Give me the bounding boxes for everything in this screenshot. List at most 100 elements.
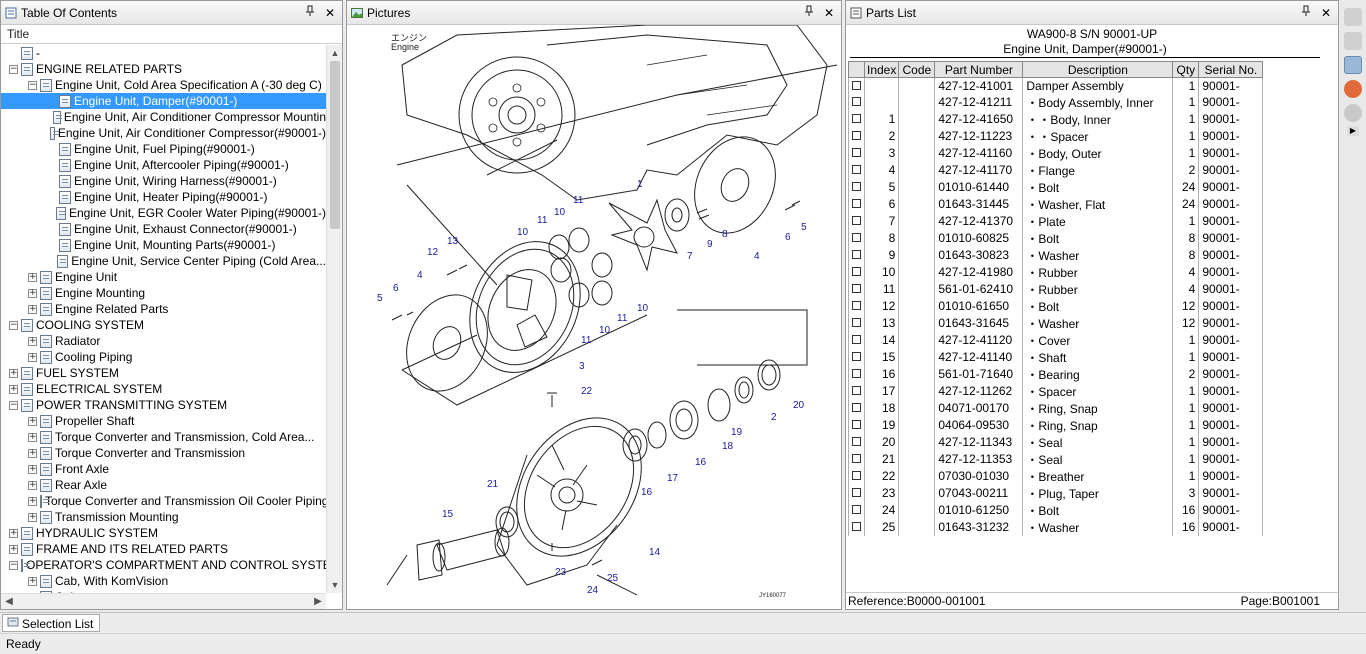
exploded-parts-drawing[interactable]: 123 445 566 789 101010 101111 111112 131… [347, 25, 841, 610]
pictures-pin-icon[interactable] [801, 5, 817, 21]
toc-tree-item[interactable]: + Engine Mounting [1, 285, 326, 301]
toc-tree-item[interactable]: + Torque Converter and Transmission Oil C… [1, 493, 326, 509]
expand-icon[interactable]: + [9, 528, 18, 538]
column-header[interactable]: Description [1022, 61, 1174, 78]
toc-tree-item[interactable]: + Torque Converter and Transmission [1, 445, 326, 461]
expand-icon[interactable]: + [9, 368, 18, 378]
expand-icon[interactable]: + [28, 432, 37, 442]
collapse-icon[interactable]: − [9, 64, 18, 74]
parts-table-row[interactable]: 12 01010-61650 ・Bolt 12 90001- [848, 297, 1264, 315]
column-header[interactable]: Part Number [934, 61, 1024, 78]
collapse-icon[interactable]: − [9, 320, 18, 330]
parts-close-icon[interactable]: ✕ [1318, 5, 1334, 21]
expand-arrow-icon[interactable]: ▶ [1347, 126, 1359, 136]
row-checkbox[interactable] [852, 80, 861, 90]
toc-pin-icon[interactable] [302, 5, 318, 21]
row-checkbox[interactable] [852, 505, 861, 514]
expand-icon[interactable]: + [28, 288, 37, 298]
toc-tree-item[interactable]: + FUEL SYSTEM [1, 365, 326, 381]
print-active-icon[interactable] [1344, 56, 1362, 74]
parts-table-row[interactable]: 17 427-12-11262 ・Spacer 1 90001- [848, 382, 1264, 400]
toc-tree-item[interactable]: + Propeller Shaft [1, 413, 326, 429]
expand-icon[interactable]: + [28, 480, 37, 490]
expand-icon[interactable]: + [28, 448, 37, 458]
expand-icon[interactable]: + [9, 384, 18, 394]
column-header[interactable]: Index [863, 61, 900, 78]
toc-tree-item[interactable]: Engine Unit, Service Center Piping (Cold… [1, 253, 326, 269]
toc-tree-item[interactable]: + Rear Axle [1, 477, 326, 493]
alert-icon[interactable] [1344, 80, 1362, 98]
row-checkbox[interactable] [852, 199, 861, 208]
parts-table-row[interactable]: 427-12-41001 Damper Assembly 1 90001- [848, 77, 1264, 94]
toc-scroll-thumb[interactable] [330, 61, 340, 229]
row-checkbox[interactable] [852, 284, 861, 293]
row-checkbox[interactable] [852, 471, 861, 480]
toc-horizontal-scrollbar[interactable]: ◀ ▶ [1, 593, 326, 609]
toc-tree-item[interactable]: + Cab, With KomVision [1, 573, 326, 589]
parts-table-row[interactable]: 23 07043-00211 ・Plug, Taper 3 90001- [848, 484, 1264, 502]
toc-tree-item[interactable]: + Cooling Piping [1, 349, 326, 365]
row-checkbox[interactable] [852, 488, 861, 497]
parts-table-row[interactable]: 19 04064-09530 ・Ring, Snap 1 90001- [848, 416, 1264, 434]
parts-table-row[interactable]: 24 01010-61250 ・Bolt 16 90001- [848, 501, 1264, 519]
parts-table-row[interactable]: 7 427-12-41370 ・Plate 1 90001- [848, 212, 1264, 230]
pictures-close-icon[interactable]: ✕ [821, 5, 837, 21]
parts-table-row[interactable]: 20 427-12-11343 ・Seal 1 90001- [848, 433, 1264, 451]
toc-tree-item[interactable]: + Torque Converter and Transmission, Cold… [1, 429, 326, 445]
toc-tree-item[interactable]: + FRAME AND ITS RELATED PARTS [1, 541, 326, 557]
column-header[interactable]: Serial No. [1198, 61, 1264, 78]
toc-column-header[interactable]: Title [1, 25, 342, 44]
parts-table-row[interactable]: 25 01643-31232 ・Washer 16 90001- [848, 518, 1264, 536]
collapse-icon[interactable]: − [9, 400, 18, 410]
toc-tree-item[interactable]: - [1, 45, 326, 61]
row-checkbox[interactable] [852, 335, 861, 344]
parts-table-row[interactable]: 21 427-12-11353 ・Seal 1 90001- [848, 450, 1264, 468]
expand-icon[interactable]: + [28, 416, 37, 426]
toc-tree-item[interactable]: Engine Unit, Wiring Harness(#90001-) [1, 173, 326, 189]
parts-table-row[interactable]: 8 01010-60825 ・Bolt 8 90001- [848, 229, 1264, 247]
parts-table-row[interactable]: 15 427-12-41140 ・Shaft 1 90001- [848, 348, 1264, 366]
parts-table-row[interactable]: 13 01643-31645 ・Washer 12 90001- [848, 314, 1264, 332]
toc-tree-item[interactable]: Engine Unit, Exhaust Connector(#90001-) [1, 221, 326, 237]
toc-vertical-scrollbar[interactable]: ▲ ▼ [326, 45, 342, 593]
toc-tree-item[interactable]: − Engine Unit, Cold Area Specification A … [1, 77, 326, 93]
expand-icon[interactable]: + [28, 304, 37, 314]
print-settings-icon[interactable] [1344, 32, 1362, 50]
row-checkbox[interactable] [852, 437, 861, 446]
row-checkbox[interactable] [852, 182, 861, 191]
column-header[interactable]: Code [898, 61, 936, 78]
scroll-right-arrow-icon[interactable]: ▶ [310, 594, 326, 609]
row-checkbox[interactable] [852, 454, 861, 463]
parts-table-row[interactable]: 16 561-01-71640 ・Bearing 2 90001- [848, 365, 1264, 383]
toc-tree-item[interactable]: Engine Unit, EGR Cooler Water Piping(#90… [1, 205, 326, 221]
row-checkbox[interactable] [852, 267, 861, 276]
toc-tree-item[interactable]: − ENGINE RELATED PARTS [1, 61, 326, 77]
row-checkbox[interactable] [852, 97, 861, 106]
toc-tree-item[interactable]: − OPERATOR'S COMPARTMENT AND CONTROL SYST… [1, 557, 326, 573]
toc-close-icon[interactable]: ✕ [322, 5, 338, 21]
toc-tree-item[interactable]: Engine Unit, Mounting Parts(#90001-) [1, 237, 326, 253]
collapse-icon[interactable]: − [28, 80, 37, 90]
row-checkbox[interactable] [852, 233, 861, 242]
expand-icon[interactable]: + [28, 496, 37, 506]
parts-table-row[interactable]: 5 01010-61440 ・Bolt 24 90001- [848, 178, 1264, 196]
row-checkbox[interactable] [852, 369, 861, 378]
column-header[interactable]: Qty [1172, 61, 1200, 78]
toc-tree-item[interactable]: − COOLING SYSTEM [1, 317, 326, 333]
parts-table-row[interactable]: 14 427-12-41120 ・Cover 1 90001- [848, 331, 1264, 349]
scroll-left-arrow-icon[interactable]: ◀ [1, 594, 17, 609]
parts-table-row[interactable]: 3 427-12-41160 ・Body, Outer 1 90001- [848, 144, 1264, 162]
row-checkbox[interactable] [852, 352, 861, 361]
expand-icon[interactable]: + [28, 576, 37, 586]
scroll-up-arrow-icon[interactable]: ▲ [327, 45, 342, 61]
row-checkbox[interactable] [852, 420, 861, 429]
row-checkbox[interactable] [852, 403, 861, 412]
zoom-icon[interactable] [1344, 104, 1362, 122]
print-gray-icon[interactable] [1344, 8, 1362, 26]
row-checkbox[interactable] [852, 386, 861, 395]
parts-table-row[interactable]: 2 427-12-11223 ・・Spacer 1 90001- [848, 127, 1264, 145]
toc-tree-item[interactable]: − POWER TRANSMITTING SYSTEM [1, 397, 326, 413]
collapse-icon[interactable]: − [9, 560, 18, 570]
expand-icon[interactable]: + [28, 336, 37, 346]
toc-tree-item[interactable]: + HYDRAULIC SYSTEM [1, 525, 326, 541]
